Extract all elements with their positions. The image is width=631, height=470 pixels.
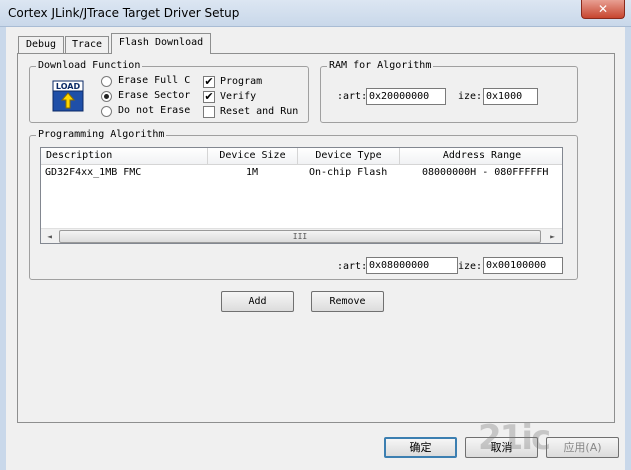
column-device-size[interactable]: Device Size (208, 148, 298, 165)
cell-description: GD32F4xx_1MB FMC (45, 167, 142, 178)
watermark-logo: 21ic (478, 418, 551, 458)
window-frame-right (625, 27, 631, 470)
cell-address-range: 08000000H - 080FFFFFH (422, 167, 549, 178)
tab-trace-label: Trace (71, 39, 103, 50)
title-bar: Cortex JLink/JTrace Target Driver Setup … (0, 0, 631, 27)
reset-and-run-checkbox[interactable] (203, 106, 215, 118)
tab-flash-download-label: Flash Download (118, 37, 204, 48)
load-icon: LOAD (52, 80, 84, 112)
ram-start-label: :art: (337, 91, 368, 102)
program-label: Program (220, 76, 263, 87)
tab-trace[interactable]: Trace (65, 36, 109, 53)
flash-start-label: :art: (337, 261, 368, 272)
scroll-right-arrow-icon[interactable]: ► (544, 229, 561, 243)
flash-start-field[interactable]: 0x08000000 (366, 257, 458, 274)
reset-and-run-label: Reset and Run (220, 106, 299, 117)
verify-label: Verify (220, 91, 257, 102)
flash-size-field[interactable]: 0x00100000 (483, 257, 563, 274)
erase-sector-radio[interactable] (101, 91, 112, 102)
erase-full-chip-label: Erase Full C (118, 75, 191, 86)
ram-size-field[interactable]: 0x1000 (483, 88, 538, 105)
horizontal-scrollbar[interactable]: ◄ III ► (41, 228, 562, 243)
programming-algorithm-legend: Programming Algorithm (36, 129, 167, 140)
ok-button[interactable]: 确定 (384, 437, 457, 458)
scroll-left-arrow-icon[interactable]: ◄ (41, 229, 58, 243)
column-address-range[interactable]: Address Range (400, 148, 562, 165)
tab-debug-label: Debug (25, 39, 57, 50)
verify-checkbox[interactable]: ✔ (203, 91, 215, 103)
column-device-type[interactable]: Device Type (298, 148, 400, 165)
program-checkbox[interactable]: ✔ (203, 76, 215, 88)
window-title: Cortex JLink/JTrace Target Driver Setup (8, 6, 240, 20)
ram-start-field[interactable]: 0x20000000 (366, 88, 446, 105)
erase-sector-label: Erase Sector (118, 90, 191, 101)
tab-debug[interactable]: Debug (18, 36, 64, 53)
flash-size-label: ize: (458, 261, 483, 272)
ram-size-label: ize: (458, 91, 483, 102)
do-not-erase-label: Do not Erase (118, 105, 191, 116)
close-button[interactable]: ✕ (581, 0, 625, 19)
add-button[interactable]: Add (221, 291, 294, 312)
cell-device-type: On-chip Flash (309, 167, 388, 178)
cell-device-size: 1M (246, 167, 259, 178)
remove-button[interactable]: Remove (311, 291, 384, 312)
window-frame-left (0, 27, 6, 470)
table-row[interactable]: GD32F4xx_1MB FMC 1M On-chip Flash 080000… (41, 165, 562, 180)
tab-flash-download[interactable]: Flash Download (111, 33, 211, 54)
scrollbar-thumb[interactable]: III (59, 230, 541, 243)
load-icon-text: LOAD (56, 82, 81, 91)
erase-full-chip-radio[interactable] (101, 76, 112, 87)
do-not-erase-radio[interactable] (101, 106, 112, 117)
ram-for-algorithm-legend: RAM for Algorithm (327, 60, 434, 71)
download-function-legend: Download Function (36, 60, 143, 71)
column-description[interactable]: Description (41, 148, 208, 165)
algorithm-list-header: Description Device Size Device Type Addr… (41, 148, 562, 165)
algorithm-list[interactable]: Description Device Size Device Type Addr… (40, 147, 563, 244)
